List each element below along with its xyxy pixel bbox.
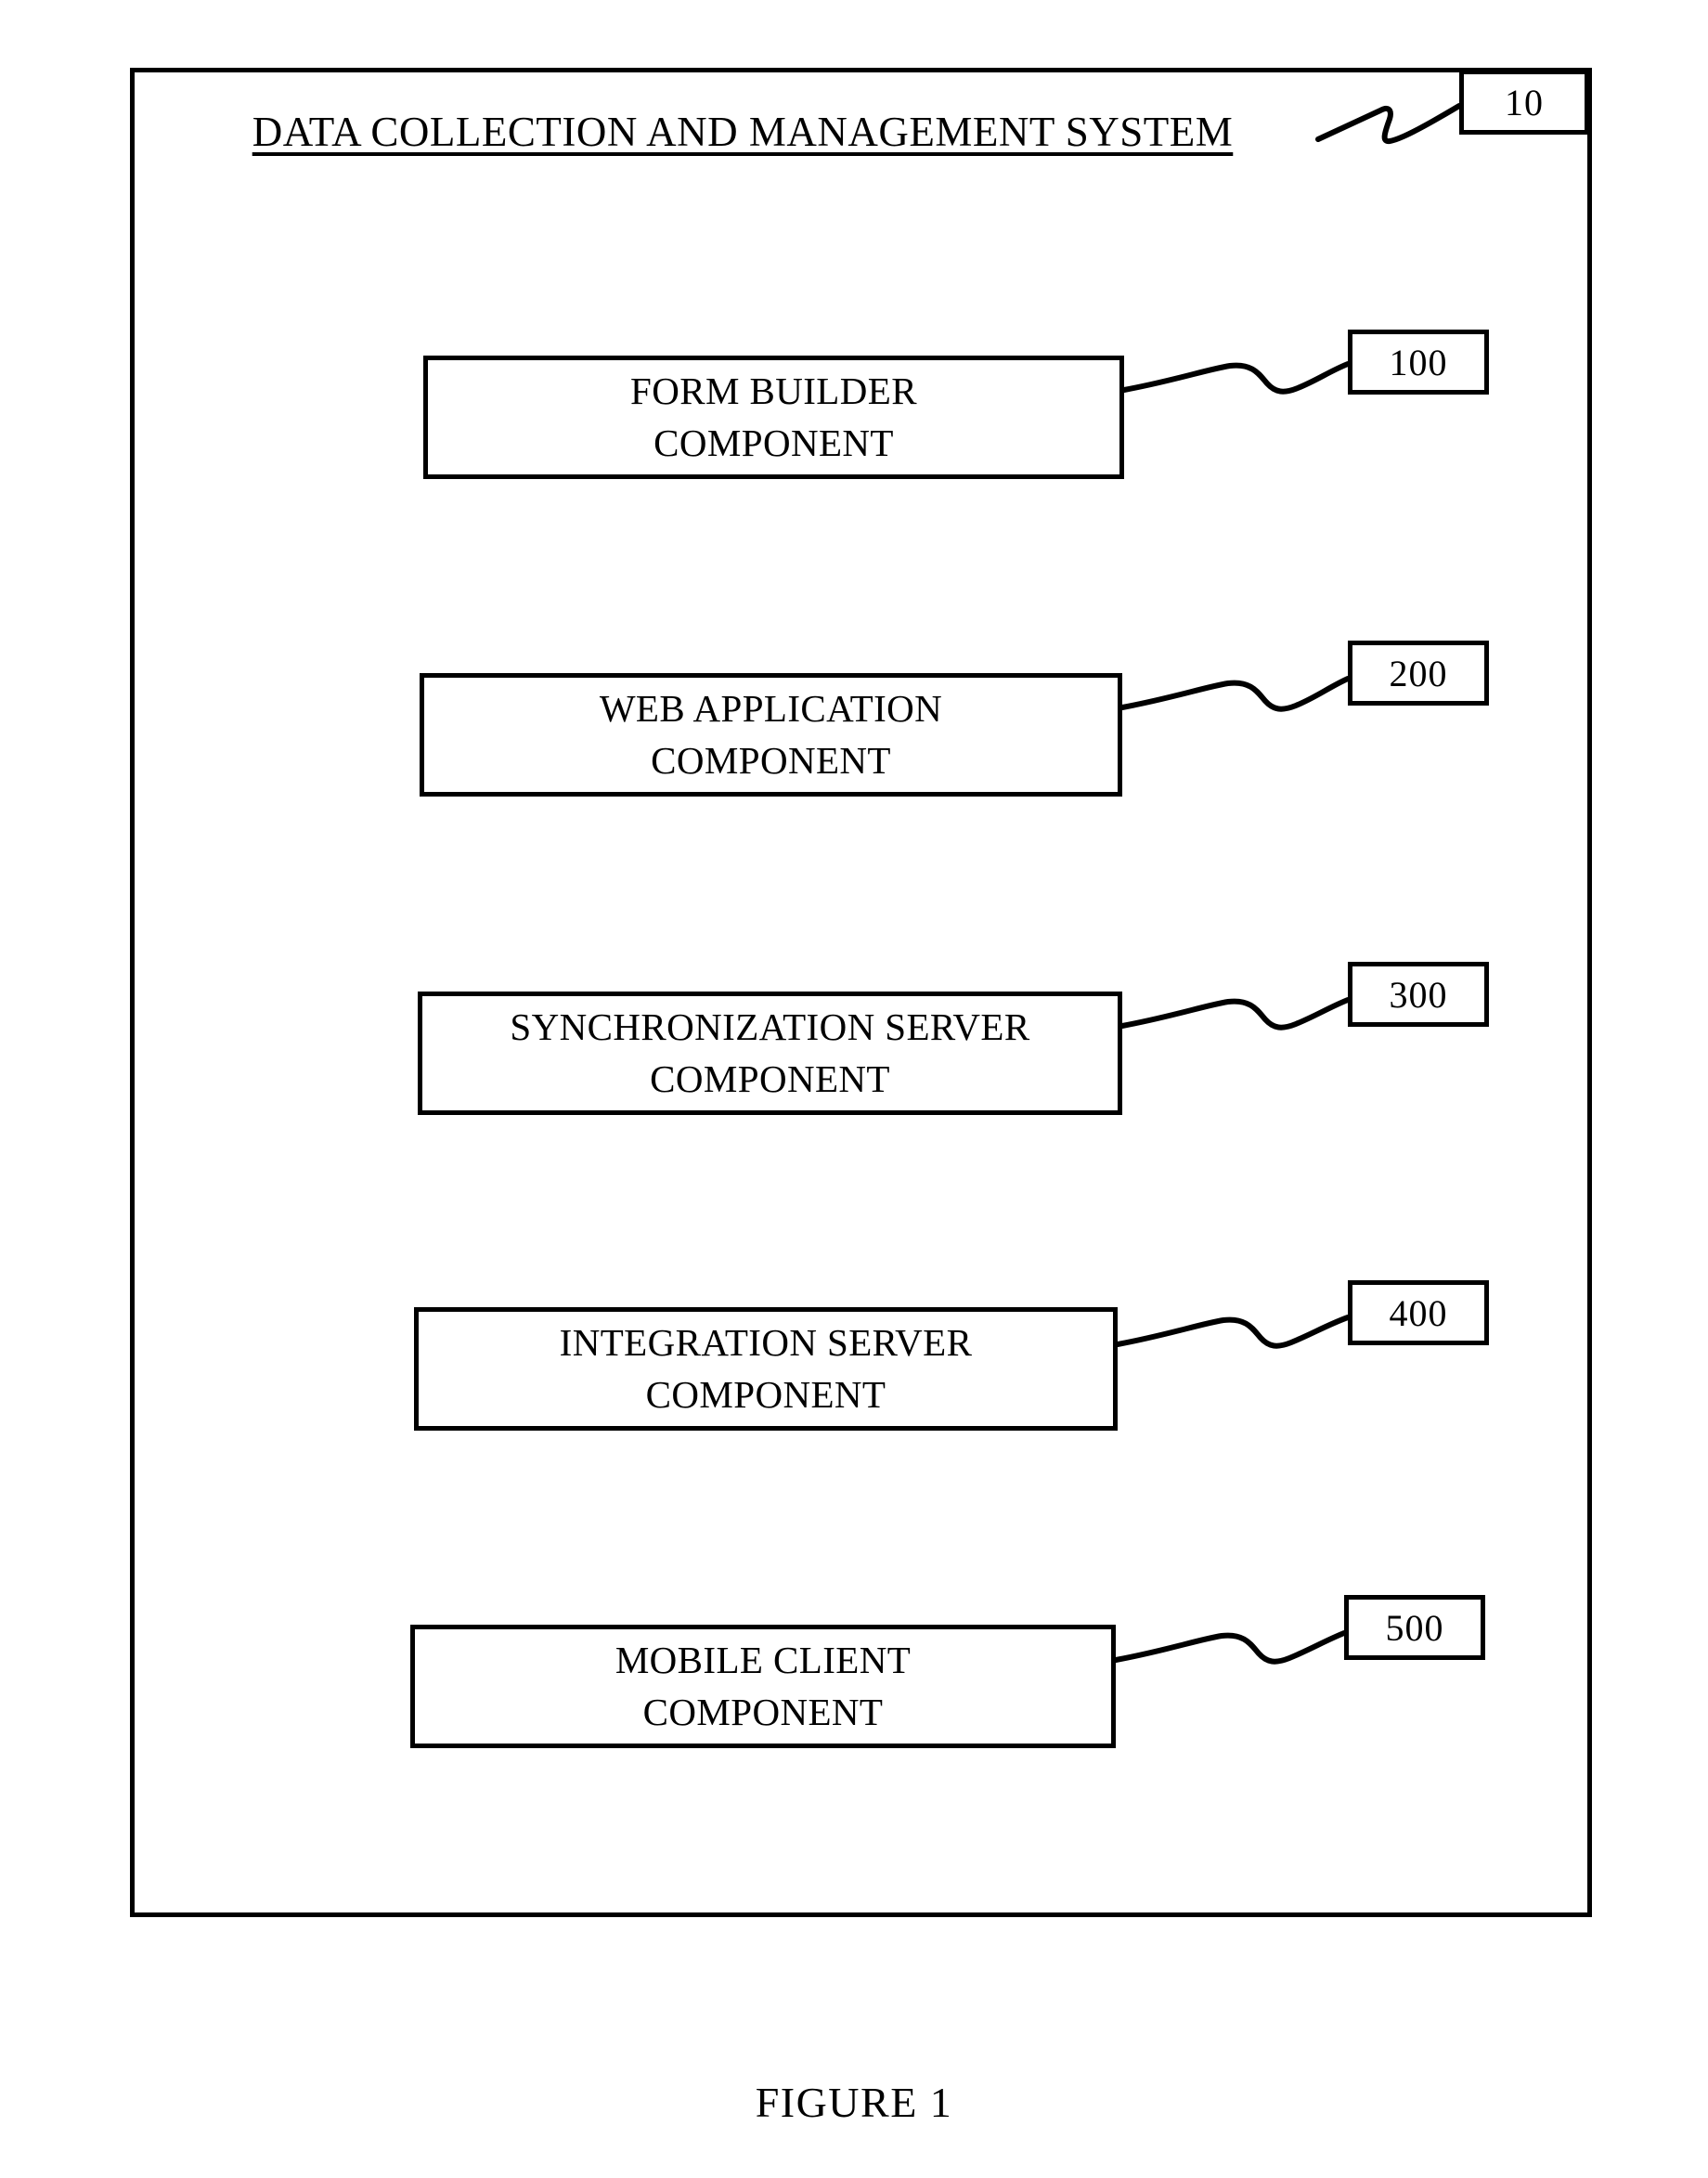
reference-label-500: 500 bbox=[1344, 1595, 1485, 1660]
figure-caption: FIGURE 1 bbox=[755, 2079, 953, 2126]
component-label-line2: COMPONENT bbox=[650, 1057, 890, 1100]
component-label-line2: COMPONENT bbox=[651, 738, 891, 782]
component-label-line2: COMPONENT bbox=[653, 421, 894, 464]
component-label-line1: FORM BUILDER bbox=[630, 369, 917, 413]
reference-label-system: 10 bbox=[1459, 70, 1589, 135]
component-label-line2: COMPONENT bbox=[642, 1690, 884, 1733]
component-label-line1: INTEGRATION SERVER bbox=[559, 1321, 973, 1365]
reference-number-text: 200 bbox=[1389, 652, 1448, 694]
reference-number-text: 400 bbox=[1389, 1291, 1448, 1334]
figure-title: DATA COLLECTION AND MANAGEMENT SYSTEM bbox=[252, 109, 1234, 155]
component-box-form-builder: FORM BUILDER COMPONENT bbox=[423, 356, 1124, 479]
component-box-mobile-client: MOBILE CLIENT COMPONENT bbox=[410, 1625, 1116, 1748]
component-label-line1: SYNCHRONIZATION SERVER bbox=[510, 1005, 1030, 1049]
component-label-line1: MOBILE CLIENT bbox=[615, 1639, 912, 1682]
component-label-line2: COMPONENT bbox=[645, 1372, 886, 1416]
patent-figure-page: DATA COLLECTION AND MANAGEMENT SYSTEM FO… bbox=[0, 0, 1708, 2178]
component-label-line1: WEB APPLICATION bbox=[599, 687, 943, 731]
reference-label-400: 400 bbox=[1348, 1280, 1489, 1345]
reference-number-text: 300 bbox=[1389, 973, 1448, 1016]
reference-number-text: 10 bbox=[1505, 81, 1544, 123]
reference-number-text: 100 bbox=[1389, 341, 1448, 383]
reference-label-300: 300 bbox=[1348, 962, 1489, 1027]
component-box-integration-server: INTEGRATION SERVER COMPONENT bbox=[414, 1307, 1118, 1431]
component-box-synchronization-server: SYNCHRONIZATION SERVER COMPONENT bbox=[418, 992, 1122, 1115]
reference-label-200: 200 bbox=[1348, 641, 1489, 706]
reference-number-text: 500 bbox=[1385, 1606, 1444, 1649]
reference-label-100: 100 bbox=[1348, 330, 1489, 395]
component-box-web-application: WEB APPLICATION COMPONENT bbox=[420, 673, 1122, 797]
